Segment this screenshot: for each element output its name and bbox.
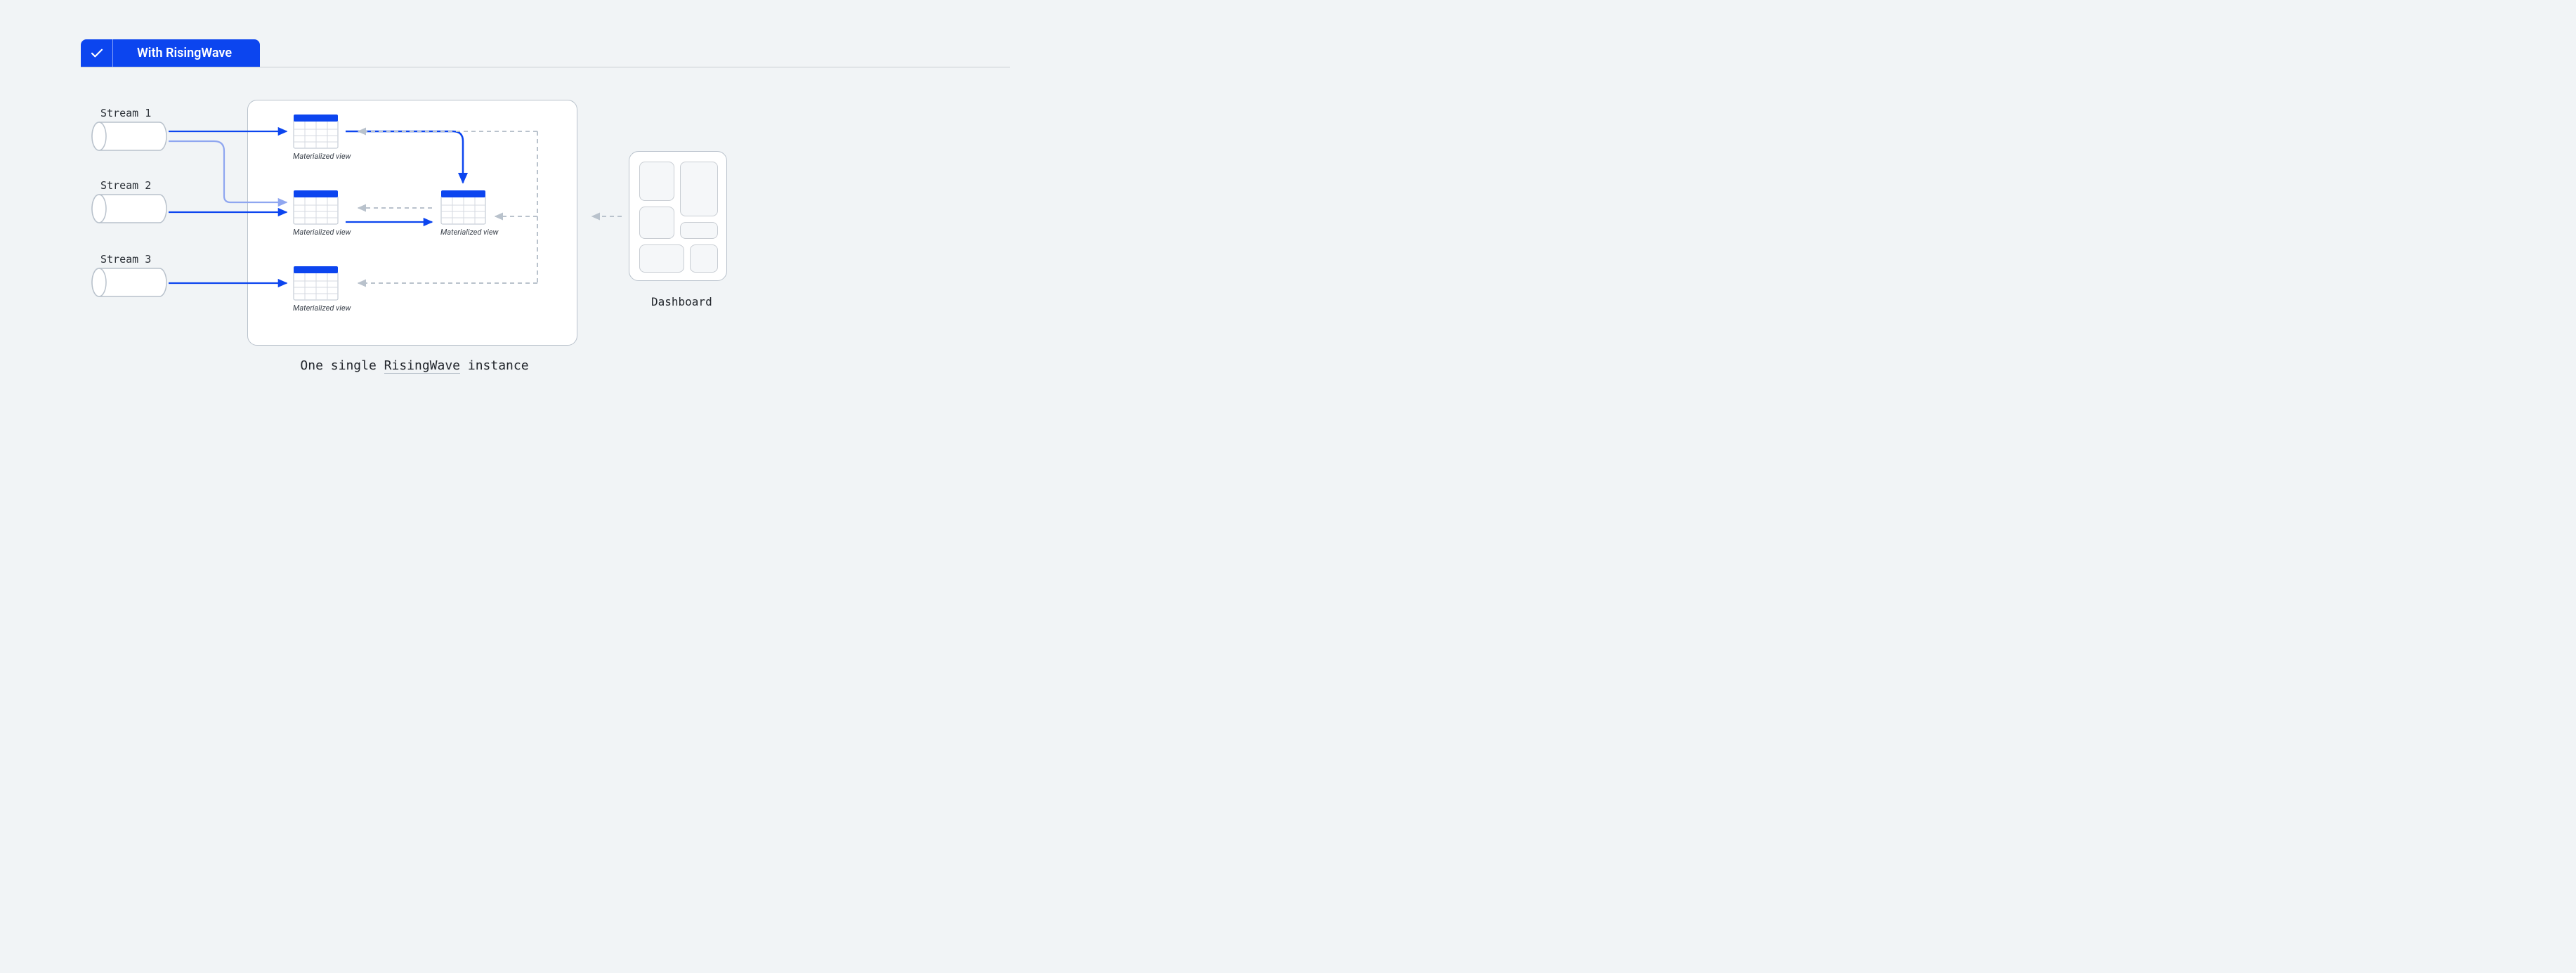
mv-2: Materialized view bbox=[293, 190, 351, 237]
diagram-canvas: Stream 1 Stream 2 Stream 3 One single Ri… bbox=[81, 84, 1010, 398]
dash-tile-5 bbox=[639, 244, 684, 273]
mv-4: Materialized view bbox=[440, 190, 499, 237]
dash-tile-1 bbox=[639, 162, 674, 201]
mv-3: Materialized view bbox=[293, 266, 351, 313]
mv-4-label: Materialized view bbox=[440, 228, 499, 237]
dash-tile-2 bbox=[680, 162, 718, 216]
mv-2-label: Materialized view bbox=[293, 228, 351, 237]
tab-with-risingwave[interactable]: With RisingWave bbox=[81, 39, 260, 67]
stream-2-label: Stream 2 bbox=[100, 179, 151, 192]
mv-1-label: Materialized view bbox=[293, 152, 351, 161]
dash-tile-3 bbox=[639, 207, 674, 239]
stream-1-label: Stream 1 bbox=[100, 107, 151, 119]
stream-3-cylinder bbox=[91, 267, 168, 298]
mv-1: Materialized view . bbox=[293, 114, 355, 161]
risingwave-instance-caption: One single RisingWave instance bbox=[295, 358, 534, 373]
tab-header: With RisingWave bbox=[81, 39, 1010, 67]
dash-tile-4 bbox=[680, 222, 718, 239]
check-icon bbox=[81, 39, 113, 67]
stream-1-cylinder bbox=[91, 121, 168, 152]
dash-tile-6 bbox=[690, 244, 718, 273]
dashboard-box bbox=[629, 151, 727, 281]
stream-3-label: Stream 3 bbox=[100, 253, 151, 266]
dashboard-caption: Dashboard bbox=[651, 295, 712, 308]
tab-label: With RisingWave bbox=[113, 46, 260, 60]
mv-3-label: Materialized view bbox=[293, 303, 351, 313]
stream-2-cylinder bbox=[91, 193, 168, 224]
